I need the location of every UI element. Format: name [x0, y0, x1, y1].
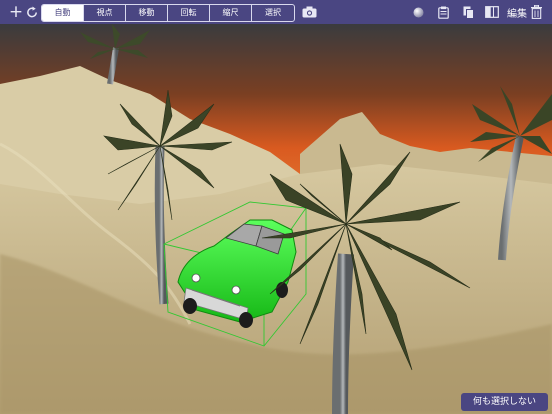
mode-tab-move[interactable]: 移動: [126, 5, 168, 21]
sphere-icon[interactable]: [412, 6, 424, 18]
3d-viewport[interactable]: [0, 24, 552, 414]
split-view-icon[interactable]: [485, 5, 499, 19]
top-toolbar: + 自動 視点 移動 回転 縮尺 選択 編集: [0, 0, 552, 24]
mode-tab-scale[interactable]: 縮尺: [210, 5, 252, 21]
rotate-icon[interactable]: [24, 4, 40, 20]
deselect-all-button[interactable]: 何も選択しない: [461, 393, 548, 411]
mode-tab-view[interactable]: 視点: [84, 5, 126, 21]
camera-icon[interactable]: [301, 5, 317, 19]
mode-segmented-control: 自動 視点 移動 回転 縮尺 選択: [41, 4, 295, 22]
edit-button[interactable]: 編集: [507, 5, 527, 20]
mode-tab-select[interactable]: 選択: [252, 5, 294, 21]
trash-icon[interactable]: [530, 4, 542, 19]
plus-icon[interactable]: +: [8, 2, 24, 22]
mode-tab-rotate[interactable]: 回転: [168, 5, 210, 21]
copy-icon[interactable]: [462, 5, 474, 19]
clipboard-icon[interactable]: [437, 5, 449, 19]
mode-tab-auto[interactable]: 自動: [42, 5, 84, 21]
